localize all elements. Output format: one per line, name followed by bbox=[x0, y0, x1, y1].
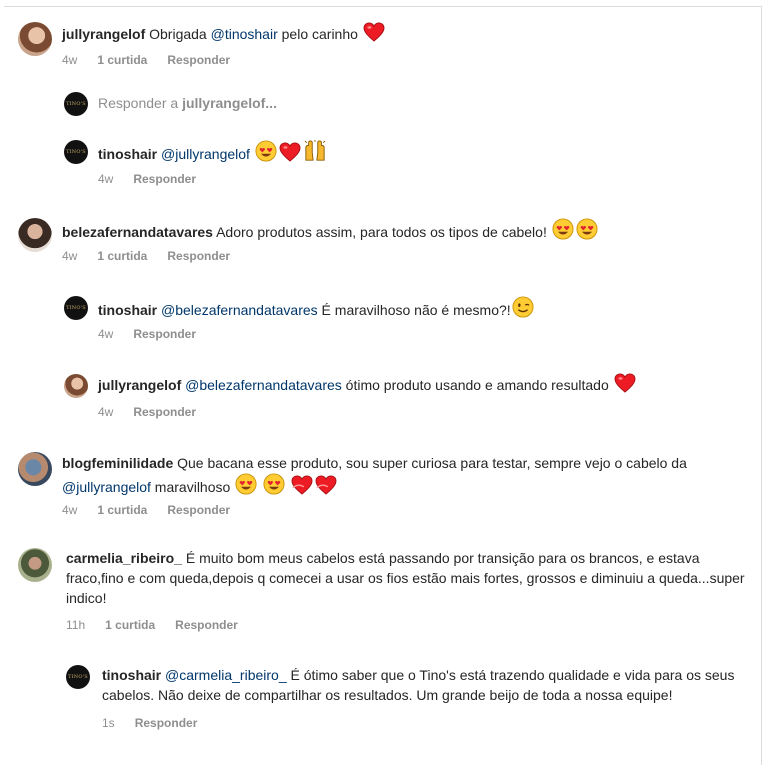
avatar-belezafernandatavares[interactable] bbox=[18, 218, 52, 252]
reply-tinoshair-1: tinoshair @jullyrangelof bbox=[98, 140, 748, 164]
reply-button[interactable]: Responder bbox=[167, 249, 230, 263]
reply-button[interactable]: Responder bbox=[133, 405, 196, 419]
likes-count[interactable]: 1 curtida bbox=[97, 53, 147, 67]
comment-meta-1: 4w 1 curtida Responder bbox=[62, 53, 230, 67]
avatar-jullyrangelof[interactable] bbox=[64, 374, 88, 398]
avatar-carmelia_ribeiro_[interactable] bbox=[18, 548, 52, 582]
comment-carmelia_ribeiro_: carmelia_ribeiro_ É muito bom meus cabel… bbox=[66, 550, 745, 606]
timestamp: 4w bbox=[62, 249, 78, 263]
comment-meta-3: 4w 1 curtida Responder bbox=[62, 249, 230, 263]
comment-meta-5: 4w Responder bbox=[98, 405, 196, 419]
mention-belezafernandatavares[interactable]: @belezafernandatavares bbox=[185, 377, 342, 393]
username-tinoshair[interactable]: tinoshair bbox=[102, 667, 161, 683]
avatar-tinoshair[interactable]: TINO'S bbox=[66, 665, 90, 689]
comment-belezafernandatavares: belezafernandatavares Adoro produtos ass… bbox=[62, 218, 752, 242]
reply-button[interactable]: Responder bbox=[167, 503, 230, 517]
reply-tinoshair-2: tinoshair @belezafernandatavares É marav… bbox=[98, 296, 748, 320]
reply-button[interactable]: Responder bbox=[175, 618, 238, 632]
reply-button[interactable]: Responder bbox=[133, 172, 196, 186]
likes-count[interactable]: 1 curtida bbox=[97, 503, 147, 517]
avatar-jullyrangelof[interactable] bbox=[18, 22, 52, 56]
heart-eyes-emoji-icon bbox=[552, 218, 574, 240]
username-tinoshair[interactable]: tinoshair bbox=[98, 146, 157, 162]
timestamp: 1s bbox=[102, 716, 115, 730]
likes-count[interactable]: 1 curtida bbox=[97, 249, 147, 263]
heart-eyes-emoji-icon bbox=[255, 140, 277, 162]
reply-jullyrangelof: jullyrangelof @belezafernandatavares óti… bbox=[98, 373, 748, 395]
heart-exclamation-emoji-icon bbox=[291, 475, 313, 495]
timestamp: 4w bbox=[62, 503, 78, 517]
comment-jullyrangelof-1: jullyrangelof Obrigada @tinoshair pelo c… bbox=[62, 22, 752, 44]
avatar-tinoshair[interactable]: TINO'S bbox=[64, 296, 88, 320]
username-carmelia_ribeiro_[interactable]: carmelia_ribeiro_ bbox=[66, 550, 182, 566]
mention-jullyrangelof[interactable]: @jullyrangelof bbox=[161, 146, 250, 162]
comment-meta-7: 11h 1 curtida Responder bbox=[66, 618, 238, 632]
likes-count[interactable]: 1 curtida bbox=[105, 618, 155, 632]
comment-meta-6: 4w 1 curtida Responder bbox=[62, 503, 230, 517]
reply-button[interactable]: Responder bbox=[135, 716, 198, 730]
timestamp: 4w bbox=[98, 172, 114, 186]
mention-carmelia_ribeiro_[interactable]: @carmelia_ribeiro_ bbox=[165, 667, 287, 683]
heart-eyes-emoji-icon bbox=[576, 218, 598, 240]
avatar-tinoshair: TINO'S bbox=[64, 92, 88, 116]
reply-input[interactable]: Responder a jullyrangelof... bbox=[98, 95, 277, 111]
username-blogfeminilidade[interactable]: blogfeminilidade bbox=[62, 455, 173, 471]
username-belezafernandatavares[interactable]: belezafernandatavares bbox=[62, 224, 213, 240]
comment-blogfeminilidade: blogfeminilidade Que bacana esse produto… bbox=[62, 455, 687, 495]
heart-eyes-emoji-icon bbox=[235, 473, 257, 495]
heart-exclamation-emoji-icon bbox=[315, 475, 337, 495]
avatar-blogfeminilidade[interactable] bbox=[18, 452, 52, 486]
mention-belezafernandatavares[interactable]: @belezafernandatavares bbox=[161, 302, 318, 318]
username-jullyrangelof[interactable]: jullyrangelof bbox=[62, 26, 145, 42]
heart-emoji-icon bbox=[279, 142, 301, 162]
timestamp: 4w bbox=[62, 53, 78, 67]
avatar-tinoshair[interactable]: TINO'S bbox=[64, 140, 88, 164]
comment-meta-4: 4w Responder bbox=[98, 327, 196, 341]
username-tinoshair[interactable]: tinoshair bbox=[98, 302, 157, 318]
heart-emoji-icon bbox=[363, 22, 385, 42]
heart-emoji-icon bbox=[614, 373, 636, 393]
wink-emoji-icon bbox=[512, 296, 534, 318]
heart-eyes-emoji-icon bbox=[263, 473, 285, 495]
comment-meta-8: 1s Responder bbox=[102, 716, 197, 730]
comment-meta-2: 4w Responder bbox=[98, 172, 196, 186]
mention-tinoshair[interactable]: @tinoshair bbox=[211, 26, 278, 42]
timestamp: 4w bbox=[98, 327, 114, 341]
reply-tinoshair-3: tinoshair @carmelia_ribeiro_ É ótimo sab… bbox=[102, 667, 735, 703]
reply-button[interactable]: Responder bbox=[133, 327, 196, 341]
timestamp: 4w bbox=[98, 405, 114, 419]
raised-hands-emoji-icon bbox=[304, 140, 326, 161]
reply-button[interactable]: Responder bbox=[167, 53, 230, 67]
username-jullyrangelof[interactable]: jullyrangelof bbox=[98, 377, 181, 393]
mention-jullyrangelof[interactable]: @jullyrangelof bbox=[62, 479, 151, 495]
timestamp: 11h bbox=[66, 618, 86, 632]
